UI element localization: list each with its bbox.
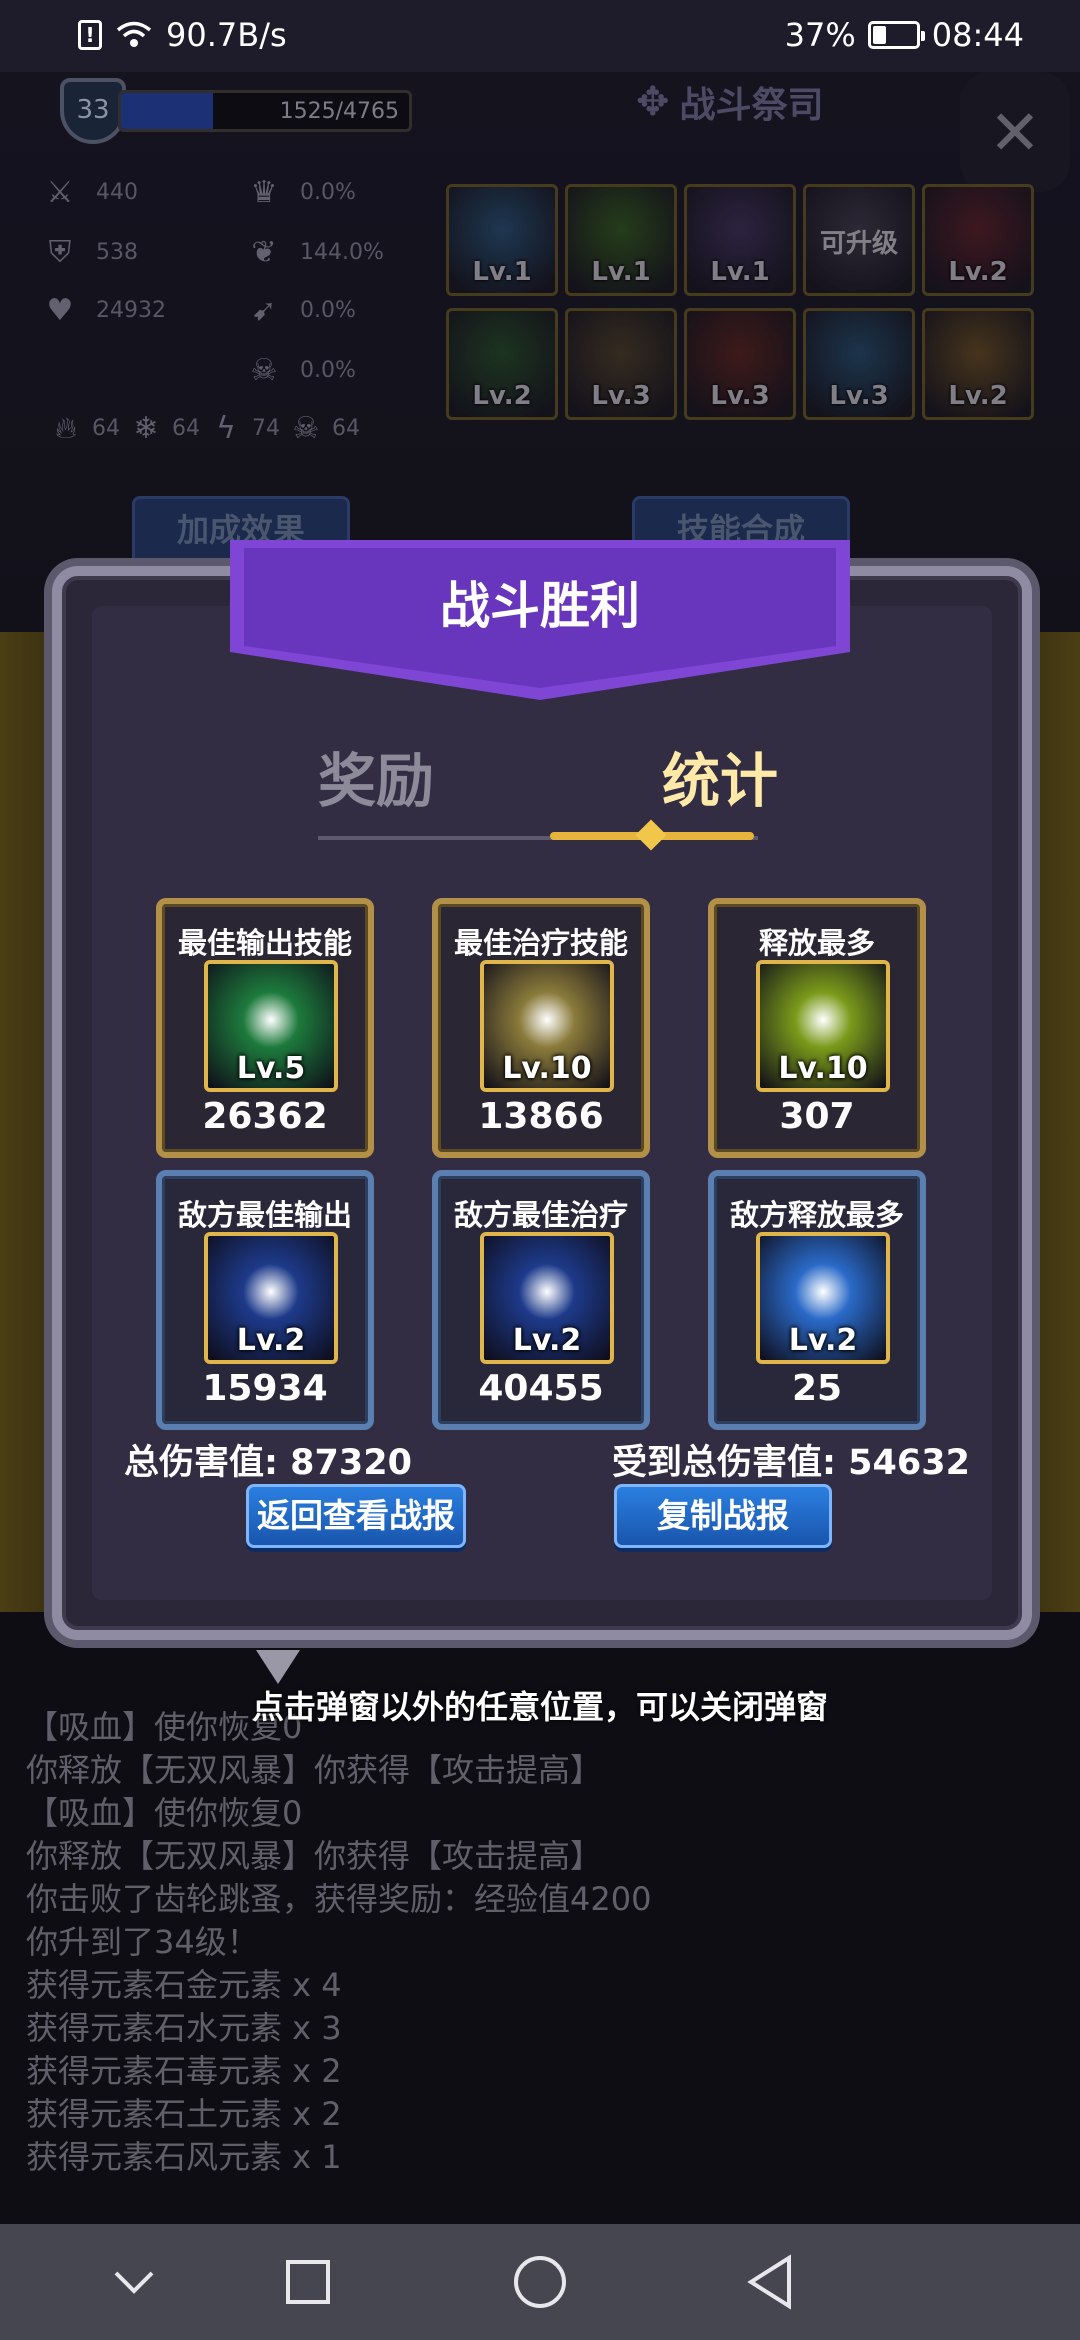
nav-recent-button[interactable] [278,2252,338,2312]
total-damage-taken: 受到总伤害值: 54632 [612,1443,970,1483]
system-nav-bar [0,2224,1080,2340]
total-damage: 总伤害值: 87320 [124,1443,412,1483]
stat-card-level: Lv.2 [236,1323,306,1358]
battery-icon [867,21,925,49]
triangle-back-icon [747,2254,791,2310]
dialog-tabs: 奖励 统计 [318,734,778,818]
review-report-button[interactable]: 返回查看战报 [246,1484,466,1548]
stat-card[interactable]: 敌方最佳治疗 Lv.2 40455 [432,1170,650,1430]
stat-card[interactable]: 最佳输出技能 Lv.5 26362 [156,898,374,1158]
tab-stats[interactable]: 统计 [662,734,778,818]
copy-report-button[interactable]: 复制战报 [614,1484,832,1548]
stat-card[interactable]: 释放最多 Lv.10 307 [708,898,926,1158]
stat-card-level: Lv.2 [512,1323,582,1358]
key-skill-icon: Lv.5 [204,960,338,1092]
stat-card-title: 敌方释放最多 [729,1198,904,1232]
stat-card-value: 26362 [202,1096,328,1137]
stat-card-level: Lv.10 [778,1051,868,1086]
stat-card-level: Lv.2 [788,1323,858,1358]
stat-card[interactable]: 最佳治疗技能 Lv.10 13866 [432,898,650,1158]
network-speed: 90.7B/s [166,16,287,54]
stat-card[interactable]: 敌方释放最多 Lv.2 25 [708,1170,926,1430]
battery-percent: 37% [784,16,856,54]
stat-card-title: 释放最多 [758,926,875,960]
stat-card-value: 40455 [478,1368,604,1409]
stat-card-title: 最佳治疗技能 [453,926,628,960]
slash-skill-icon: Lv.10 [756,960,890,1092]
down-arrow-icon [256,1650,300,1684]
close-hint: 点击弹窗以外的任意位置，可以关闭弹窗 [251,1688,828,1726]
stat-card-level: Lv.5 [236,1051,306,1086]
nav-back-button[interactable] [740,2252,800,2312]
stat-card-title: 敌方最佳输出 [177,1198,352,1232]
chevron-down-icon [114,2271,154,2294]
circle-icon [514,2256,566,2308]
alert-icon: ! [78,20,102,50]
stat-card-title: 敌方最佳治疗 [453,1198,628,1232]
stat-card-title: 最佳输出技能 [177,926,352,960]
stat-card-value: 25 [791,1368,843,1409]
stat-card[interactable]: 敌方最佳输出 Lv.2 15934 [156,1170,374,1430]
clock: 08:44 [931,16,1024,54]
tab-reward[interactable]: 奖励 [318,734,434,818]
water-orb-icon: Lv.2 [756,1232,890,1364]
healer-skill-icon: Lv.10 [480,960,614,1092]
stat-card-value: 13866 [478,1096,604,1137]
status-bar: ! 90.7B/s 37% 08:44 [0,0,1080,72]
stat-card-level: Lv.10 [502,1051,592,1086]
water-drop-icon: Lv.2 [204,1232,338,1364]
dialog-title: 战斗胜利 [440,577,640,635]
square-icon [286,2260,330,2304]
nav-down-button[interactable] [104,2252,164,2312]
wifi-icon [116,21,152,47]
nav-home-button[interactable] [510,2252,570,2312]
water-drop-icon: Lv.2 [480,1232,614,1364]
stat-card-value: 307 [779,1096,855,1137]
stat-card-value: 15934 [202,1368,328,1409]
